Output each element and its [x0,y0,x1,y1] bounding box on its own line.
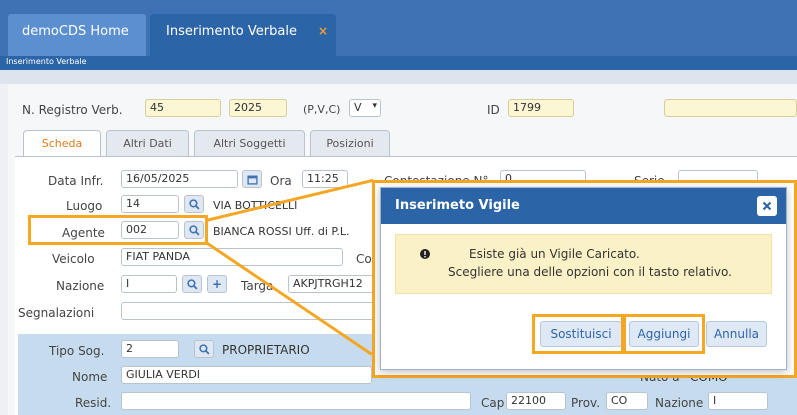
sog-nazione-field[interactable]: I [708,392,768,410]
cap-field[interactable]: 22100 [506,392,566,410]
nazione-field[interactable]: I [121,275,177,293]
dialog-message-box: Esiste già un Vigile Caricato. Scegliere… [395,234,772,294]
resid-label: Resid. [75,396,112,410]
dialog-title: Inserimeto Vigile [381,188,786,224]
dialog-close-button[interactable] [757,196,777,216]
tab-altri-dati[interactable]: Altri Dati [106,130,189,156]
registro-number-field[interactable]: 45 [145,99,221,117]
cap-label: Cap [481,396,505,410]
tipo-sog-label: Tipo Sog. [49,344,105,358]
annulla-button[interactable]: Annulla [706,321,767,347]
nazione-search-button[interactable] [182,275,202,293]
pvc-select-value: V [354,101,362,114]
id-label: ID [487,103,500,117]
tab-altri-soggetti[interactable]: Altri Soggetti [194,130,305,156]
close-icon [762,201,772,211]
tipo-sog-desc: PROPRIETARIO [222,343,310,357]
tipo-sog-search-button[interactable] [194,340,214,358]
registro-year-field[interactable]: 2025 [229,99,287,117]
nome-label: Nome [72,370,108,384]
prov-field[interactable]: CO [606,392,648,410]
search-icon [188,198,200,210]
header-extra-field[interactable] [664,99,797,117]
tipo-sog-code-field[interactable]: 2 [121,340,179,358]
dialog-message-line1: Esiste già un Vigile Caricato. [469,247,640,261]
resid-field[interactable] [121,392,471,410]
toolbar-strip [0,70,797,84]
warning-icon [420,249,430,259]
tab-scheda[interactable]: Scheda [23,130,101,157]
nazione-label: Nazione [56,279,105,293]
id-field[interactable]: 1799 [508,99,574,117]
prov-label: Prov. [571,396,601,410]
tab-inserimento-verbale[interactable]: Inserimento Verbale [150,14,336,56]
breadcrumb: Inserimento Verbale [0,56,797,70]
agente-desc: BIANCA ROSSI Uff. di P.L. [213,225,350,238]
dialog-message-line2: Scegliere una delle opzioni con il tasto… [448,265,732,279]
segnalazioni-label: Segnalazioni [18,306,95,320]
sog-nazione-label: Nazione [655,396,704,410]
targa-field[interactable]: AKPJTRGH12 [288,275,376,293]
tab-democds-home[interactable]: demoCDS Home [8,14,146,56]
luogo-label: Luogo [66,199,103,213]
veicolo-field[interactable]: FIAT PANDA [121,248,343,266]
nome-field[interactable]: GIULIA VERDI [121,366,372,384]
ora-label: Ora [270,174,292,188]
calendar-button[interactable] [242,170,262,188]
search-icon [186,278,198,290]
pvc-select[interactable]: V ▾ [349,99,381,117]
inserimento-vigile-dialog: Inserimeto Vigile Esiste già un Vigile C… [380,187,787,370]
plus-icon: + [211,277,223,291]
calendar-icon [246,175,258,185]
tab-posizioni[interactable]: Posizioni [310,130,390,156]
aggiungi-highlight [623,314,705,354]
luogo-code-field[interactable]: 14 [121,195,179,213]
pvc-label: (P,V,C) [303,103,341,116]
registro-label: N. Registro Verb. [22,103,123,117]
data-infr-label: Data Infr. [48,174,104,188]
close-tab-icon[interactable]: × [318,24,328,38]
luogo-search-button[interactable] [184,195,204,213]
sostituisci-highlight [532,314,624,354]
veicolo-label: Veicolo [52,252,95,266]
chevron-down-icon: ▾ [372,101,377,111]
data-infr-field[interactable]: 16/05/2025 [121,170,238,188]
agente-highlight [28,215,208,245]
search-icon [198,343,210,355]
veicolo-side-label: Co [356,252,372,266]
segnalazioni-field[interactable] [121,302,381,320]
nazione-add-button[interactable]: + [207,275,227,293]
